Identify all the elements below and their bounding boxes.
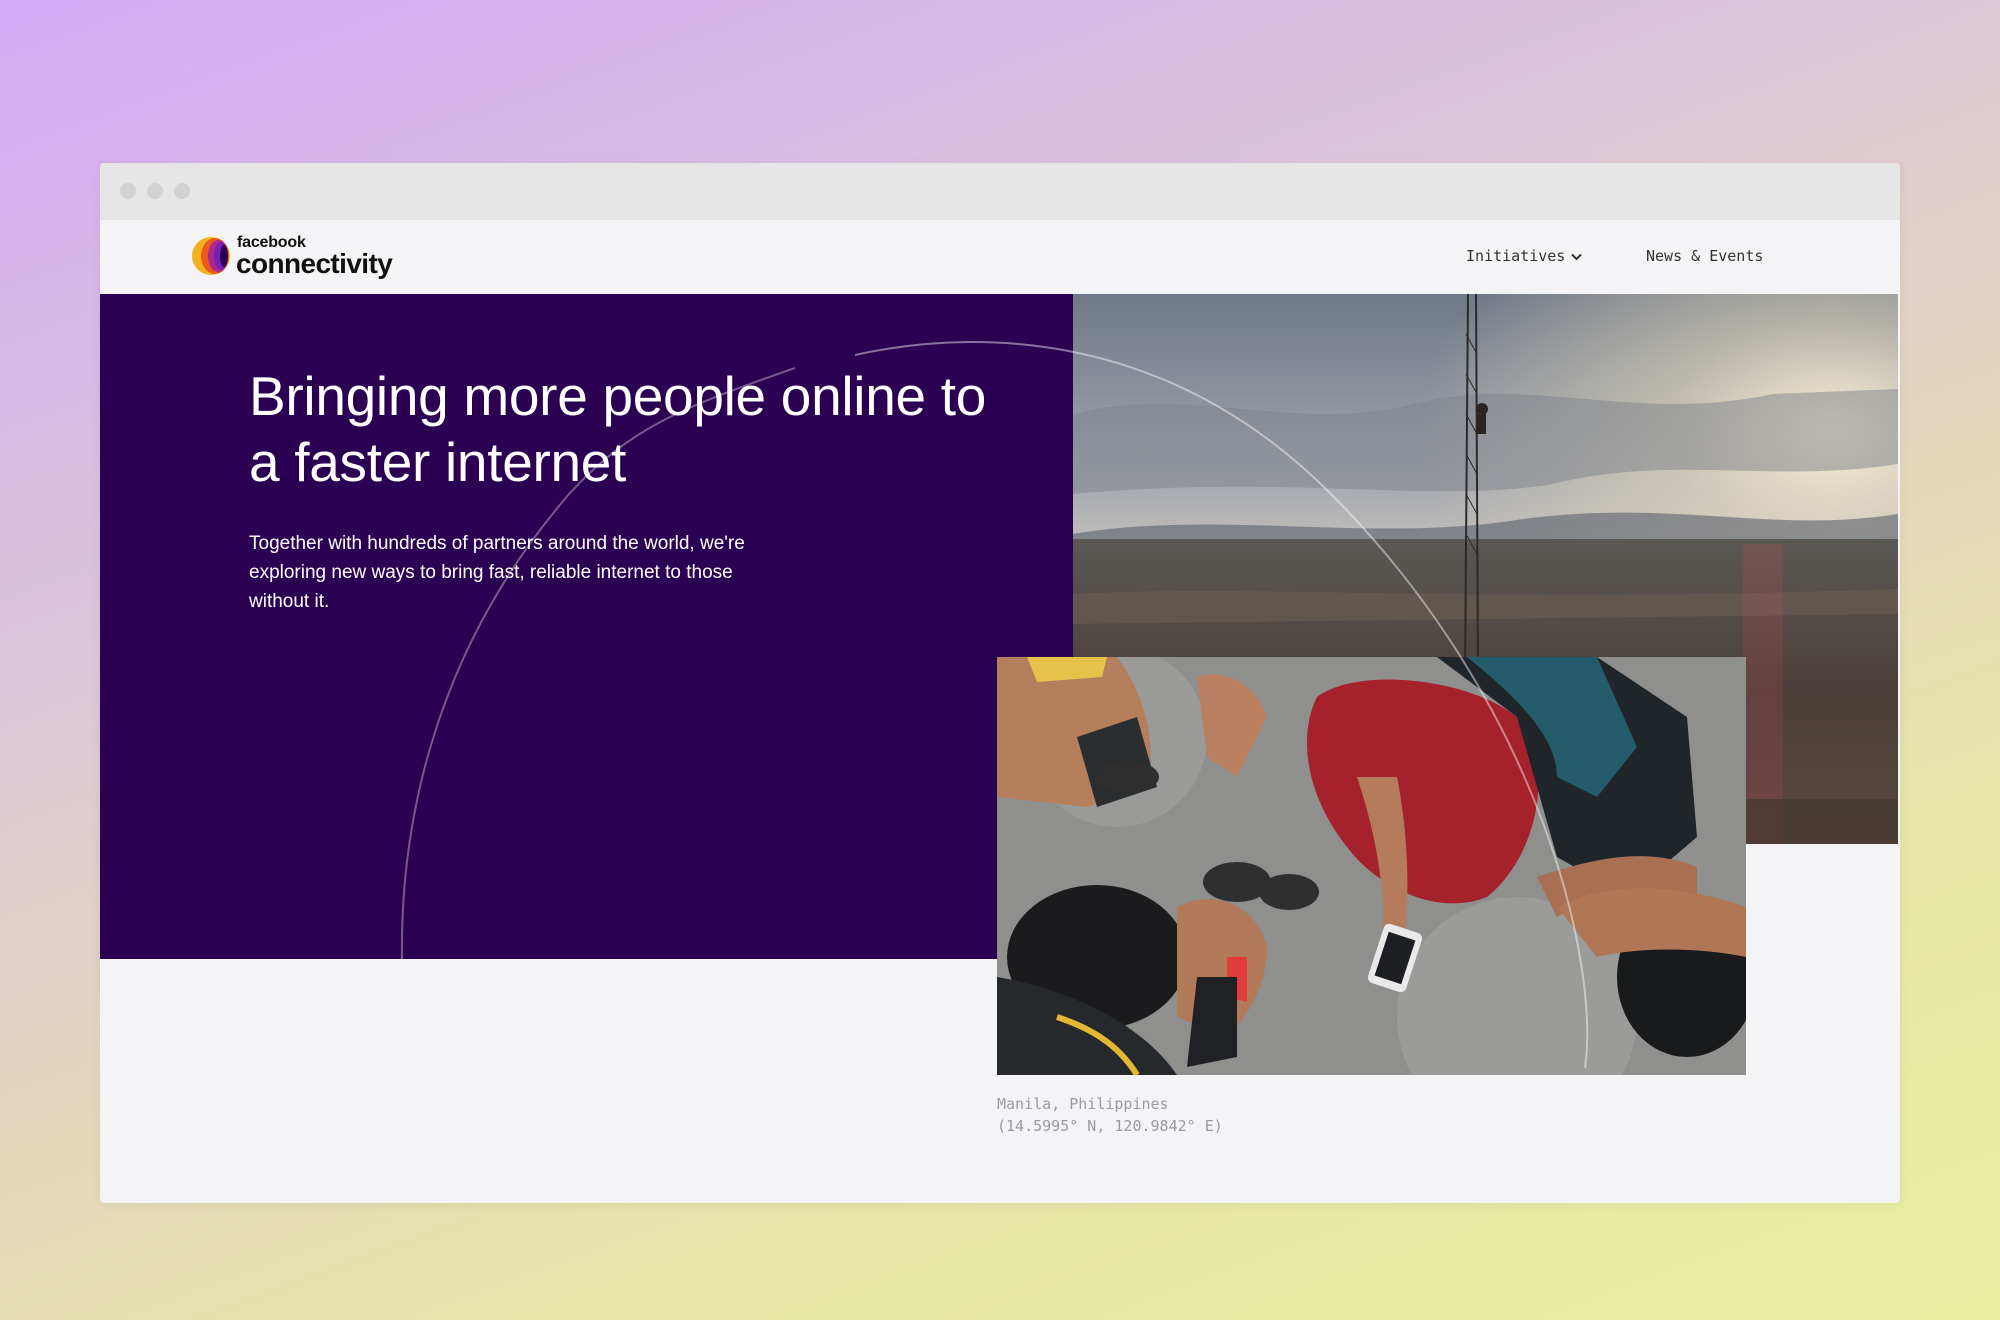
hero-photo-manila — [997, 657, 1746, 1075]
chevron-down-icon — [1571, 253, 1583, 260]
nav-news-events-label: News & Events — [1646, 247, 1764, 265]
nav-news-events-link[interactable]: News & Events — [1646, 247, 1763, 265]
nav-initiatives-dropdown[interactable]: Initiatives — [1466, 247, 1583, 265]
hero-subtext: Together with hundreds of partners aroun… — [249, 533, 745, 612]
hero-headline: Bringing more people online to a faster … — [249, 365, 987, 493]
connectivity-ring-logo-icon — [192, 237, 230, 275]
browser-title-bar — [100, 163, 1900, 220]
manila-photo-illustration — [997, 657, 1746, 1075]
site-header: facebook connectivity Initiatives News &… — [100, 220, 1900, 294]
caption-place: Manila, Philippines — [997, 1095, 1169, 1113]
nav-initiatives-label: Initiatives — [1466, 247, 1566, 265]
browser-window: facebook connectivity Initiatives News &… — [100, 163, 1900, 1203]
window-maximize-button[interactable] — [174, 183, 190, 199]
caption-coordinates: (14.5995° N, 120.9842° E) — [997, 1117, 1223, 1135]
photo-caption: Manila, Philippines (14.5995° N, 120.984… — [997, 1093, 1223, 1137]
window-close-button[interactable] — [120, 183, 136, 199]
window-minimize-button[interactable] — [147, 183, 163, 199]
brand-logo[interactable]: facebook connectivity — [191, 234, 401, 279]
brand-name: connectivity — [236, 248, 393, 279]
